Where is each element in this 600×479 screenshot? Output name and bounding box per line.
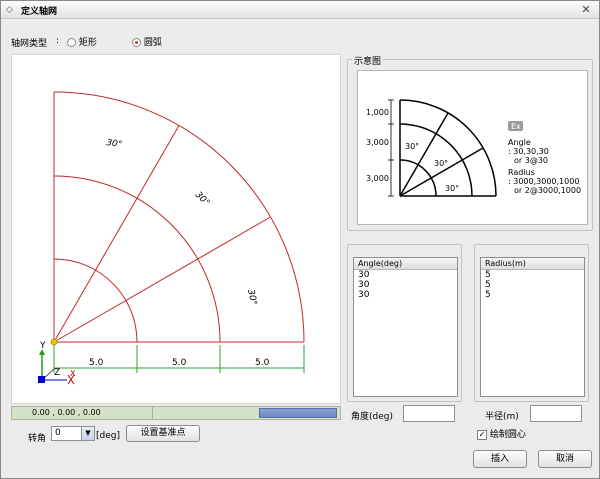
angle-list-group: Angle(deg) 30 30 30	[347, 244, 462, 402]
schematic-dim-3: 3,000	[366, 174, 389, 183]
grid-preview-svg: 30° 30° 30° 5.0 5.0 5.0 Y Z X	[38, 91, 305, 385]
axis-triad-icon	[38, 349, 75, 385]
radius-list-item[interactable]: 5	[481, 290, 584, 300]
schematic-dim-1: 1,000	[366, 108, 389, 117]
radius-list-item[interactable]: 5	[481, 280, 584, 290]
schematic-diagram: 1,000 3,000 3,000 30° 30° 30° Ex Angle :…	[357, 70, 588, 225]
radius-input[interactable]	[530, 405, 582, 422]
schematic-svg: 1,000 3,000 3,000 30° 30° 30° Ex Angle :…	[366, 99, 581, 197]
axis-z-label: Z	[54, 368, 60, 378]
schematic-angle-1: 30°	[405, 142, 419, 151]
sector-angle-label-3: 30°	[245, 289, 258, 307]
window-title: 定义轴网	[21, 7, 58, 17]
coordinate-status-bar: 0.00 , 0.00 , 0.00	[11, 406, 341, 420]
radius-or: or 2@3000,1000	[514, 186, 581, 195]
insert-button[interactable]: 插入	[473, 450, 527, 468]
radio-rectangular[interactable]: 矩形	[67, 35, 97, 48]
schematic-angle-3: 30°	[445, 184, 459, 193]
coordinate-readout: 0.00 , 0.00 , 0.00	[32, 408, 101, 417]
schematic-label: 示意图	[352, 54, 384, 67]
angle-list-item[interactable]: 30	[354, 270, 457, 280]
schematic-radial-line-30	[399, 147, 484, 197]
draw-center-label: 绘制圆心	[489, 430, 526, 440]
radius-example: : 3000,3000,1000	[508, 177, 579, 186]
radio-arc-circle[interactable]	[132, 38, 141, 47]
close-icon[interactable]: ✕	[579, 3, 593, 17]
radio-arc-label: 圆弧	[143, 38, 162, 48]
dimension-label-1: 5.0	[89, 358, 104, 368]
radius-list-header: Radius(m)	[481, 258, 584, 270]
radius-list[interactable]: Radius(m) 5 5 5	[480, 257, 585, 397]
rotation-label: 转角	[28, 434, 47, 444]
draw-center-checkbox[interactable]: ✓ 绘制圆心	[477, 427, 526, 440]
radial-grid	[53, 91, 305, 343]
status-indicator	[259, 408, 337, 418]
angle-example: : 30,30,30	[508, 147, 549, 156]
title-bar: ◇ 定义轴网 ✕	[1, 1, 599, 19]
angle-input[interactable]	[403, 405, 455, 422]
grid-preview-canvas[interactable]: 30° 30° 30° 5.0 5.0 5.0 Y Z X	[11, 54, 341, 404]
origin-marker	[50, 338, 58, 346]
schematic-angle-2: 30°	[434, 159, 448, 168]
radio-arc[interactable]: 圆弧	[132, 35, 162, 48]
rotation-value: 0	[55, 428, 61, 438]
radial-line-30	[53, 216, 271, 343]
rotation-select[interactable]: 0 ▼	[51, 426, 95, 441]
angle-title: Angle	[508, 138, 531, 147]
angle-list-header: Angle(deg)	[354, 258, 457, 270]
sector-angle-label-2: 30°	[193, 190, 211, 208]
sector-angle-label-1: 30°	[106, 138, 123, 150]
angle-list[interactable]: Angle(deg) 30 30 30	[353, 257, 458, 397]
schematic-radial-line-60	[399, 112, 449, 197]
chevron-down-icon[interactable]: ▼	[81, 427, 94, 440]
angle-input-label: 角度(deg)	[351, 412, 393, 422]
radio-rectangular-label: 矩形	[78, 38, 97, 48]
checkmark-icon[interactable]: ✓	[477, 429, 487, 440]
axis-x-label: X	[70, 369, 76, 378]
set-base-point-button[interactable]: 设置基准点	[126, 425, 200, 442]
angle-list-item[interactable]: 30	[354, 280, 457, 290]
grid-type-label: 轴网类型	[11, 39, 48, 49]
axis-y-label: Y	[39, 341, 46, 351]
radius-list-item[interactable]: 5	[481, 270, 584, 280]
define-grid-dialog: ◇ 定义轴网 ✕ 轴网类型 : 矩形 圆弧 30° 30° 30° 5.0 5.…	[0, 0, 600, 479]
ex-label: Ex	[511, 122, 521, 131]
schematic-arc-r1	[399, 159, 437, 197]
radial-line-60	[53, 125, 180, 343]
app-icon: ◇	[6, 5, 13, 15]
cancel-button[interactable]: 取消	[538, 450, 592, 468]
grid-type-colon: :	[56, 36, 60, 46]
dimension-label-3: 5.0	[255, 358, 270, 368]
schematic-dim-2: 3,000	[366, 138, 389, 147]
arc-r3	[53, 91, 305, 343]
angle-list-item[interactable]: 30	[354, 290, 457, 300]
dimension-label-2: 5.0	[172, 358, 187, 368]
status-divider	[152, 407, 153, 419]
rotation-unit: [deg]	[96, 431, 120, 441]
schematic-group: 示意图 1,000 3,000 3,000 30° 30° 30° Ex Ang…	[347, 54, 593, 231]
radius-list-group: Radius(m) 5 5 5	[474, 244, 589, 402]
radius-title: Radius	[508, 168, 535, 177]
angle-or: or 3@30	[514, 156, 548, 165]
radius-input-label: 半径(m)	[485, 412, 519, 422]
radio-rectangular-circle[interactable]	[67, 38, 76, 47]
arc-r1	[53, 258, 138, 343]
arc-r2	[53, 175, 221, 343]
